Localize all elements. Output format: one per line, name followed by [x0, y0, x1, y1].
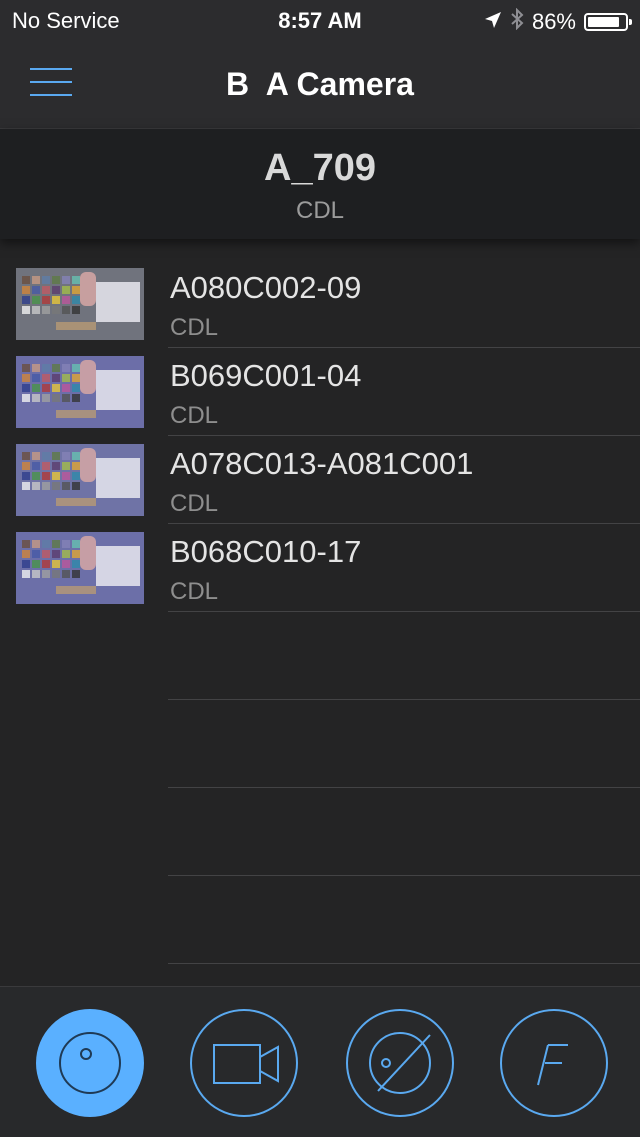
look-header: A_709 CDL — [0, 129, 640, 239]
clip-thumbnail — [16, 444, 144, 516]
empty-list-row — [0, 700, 640, 788]
list-item[interactable]: A078C013-A081C001 CDL — [0, 436, 640, 524]
list-item[interactable]: B068C010-17 CDL — [0, 524, 640, 612]
location-arrow-icon — [484, 9, 502, 35]
list-item[interactable]: A080C002-09 CDL — [0, 260, 640, 348]
clip-name: B069C001-04 — [170, 358, 362, 393]
battery-icon — [584, 13, 632, 31]
clip-type: CDL — [170, 314, 219, 341]
row-divider — [168, 963, 640, 964]
look-type: CDL — [295, 197, 344, 224]
navigation-bar: B A Camera — [0, 40, 640, 129]
look-name: A_709 — [264, 147, 376, 189]
list-item[interactable]: B069C001-04 CDL — [0, 348, 640, 436]
empty-list-row — [0, 876, 640, 964]
tab-bar — [0, 986, 640, 1137]
page-title: B A Camera — [226, 66, 414, 102]
clip-type: CDL — [170, 490, 219, 517]
clip-thumbnail — [16, 268, 144, 340]
exposure-icon[interactable] — [346, 1009, 454, 1117]
battery-percent-label: 86% — [531, 9, 576, 34]
empty-list-row — [0, 788, 640, 876]
clip-thumbnail — [16, 532, 144, 604]
clip-type: CDL — [170, 578, 219, 605]
f-stop-icon[interactable] — [500, 1009, 608, 1117]
bluetooth-icon — [510, 7, 524, 36]
clip-name: A078C013-A081C001 — [170, 446, 474, 481]
empty-list-row — [0, 612, 640, 700]
clip-list: A080C002-09 CDL B069C001-04 CDL A078C013… — [0, 260, 640, 964]
clip-type: CDL — [170, 402, 219, 429]
clip-thumbnail — [16, 356, 144, 428]
clip-name: B068C010-17 — [170, 534, 362, 569]
status-bar: No Service 8:57 AM 86% — [0, 0, 640, 40]
lens-circle-icon[interactable] — [36, 1009, 144, 1117]
clip-name: A080C002-09 — [170, 270, 362, 305]
video-camera-icon[interactable] — [190, 1009, 298, 1117]
